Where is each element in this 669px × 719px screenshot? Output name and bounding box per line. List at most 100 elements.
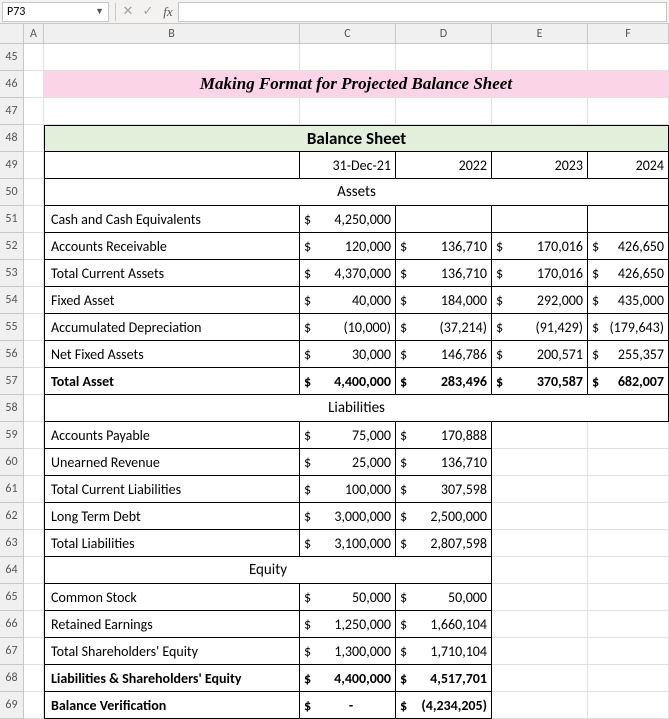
cell-value[interactable]: $120,000 [300,233,396,260]
cell[interactable] [492,206,588,233]
cell[interactable] [492,557,588,584]
cell-value[interactable]: $4,250,000 [300,206,396,233]
select-all-corner[interactable] [0,24,24,44]
cell[interactable] [588,584,669,611]
col-header-D[interactable]: D [396,24,492,44]
cell-value[interactable]: $25,000 [300,449,396,476]
cell-value[interactable]: $1,300,000 [300,638,396,665]
cell-value[interactable]: $100,000 [300,476,396,503]
year-2023[interactable]: 2023 [492,152,588,179]
cell-value[interactable]: $184,000 [396,287,492,314]
col-header-B[interactable]: B [44,24,300,44]
cell[interactable] [24,260,44,287]
cell[interactable] [24,341,44,368]
year-2022[interactable]: 2022 [396,152,492,179]
section-equity[interactable]: Equity [44,557,492,584]
cell[interactable] [24,98,44,125]
col-header-A[interactable]: A [24,24,44,44]
cell-value[interactable]: $(37,214) [396,314,492,341]
cell[interactable] [588,611,669,638]
cell[interactable] [44,44,300,71]
cell-value[interactable]: $4,370,000 [300,260,396,287]
cell[interactable] [24,368,44,395]
cell[interactable] [588,449,669,476]
row-label-bv[interactable]: Balance Verification [44,692,300,719]
cell[interactable] [24,665,44,692]
section-liabilities[interactable]: Liabilities [44,395,669,422]
row-label-total-asset[interactable]: Total Asset [44,368,300,395]
cell[interactable] [588,665,669,692]
name-box[interactable]: P73 ▼ [2,2,109,22]
cell[interactable] [492,98,588,125]
formula-input[interactable] [178,2,667,22]
cell-value[interactable]: $170,016 [492,260,588,287]
cell[interactable] [24,611,44,638]
row-header[interactable]: 47 [0,98,24,125]
cell-value[interactable]: $2,500,000 [396,503,492,530]
row-label[interactable]: Accounts Payable [44,422,300,449]
cell[interactable] [492,449,588,476]
cell[interactable] [396,98,492,125]
cell[interactable] [588,530,669,557]
cell-value[interactable]: $292,000 [492,287,588,314]
row-label[interactable]: Retained Earnings [44,611,300,638]
cell[interactable] [44,98,300,125]
cell[interactable] [24,206,44,233]
cell[interactable] [24,71,44,98]
cell[interactable] [24,125,44,152]
cell[interactable] [396,206,492,233]
row-label[interactable]: Net Fixed Assets [44,341,300,368]
cell[interactable] [24,476,44,503]
cell-value[interactable]: $3,100,000 [300,530,396,557]
cell-value[interactable]: $(10,000) [300,314,396,341]
row-header[interactable]: 55 [0,314,24,341]
cell[interactable] [588,638,669,665]
row-header[interactable]: 58 [0,395,24,422]
row-header[interactable]: 61 [0,476,24,503]
cell-value[interactable]: $1,660,104 [396,611,492,638]
cell[interactable] [24,233,44,260]
cell[interactable] [492,638,588,665]
fx-icon[interactable]: fx [158,4,178,20]
cell-value[interactable]: $50,000 [300,584,396,611]
cell[interactable] [24,449,44,476]
cell-value[interactable]: $1,710,104 [396,638,492,665]
cell-value[interactable]: $136,710 [396,233,492,260]
cell[interactable] [24,692,44,719]
cell[interactable] [588,44,669,71]
cell[interactable] [300,44,396,71]
cell-value[interactable]: $3,000,000 [300,503,396,530]
cell-value[interactable]: $(4,234,205) [396,692,492,719]
cell[interactable] [24,287,44,314]
cell[interactable] [492,584,588,611]
cell[interactable] [24,152,44,179]
row-label[interactable]: Long Term Debt [44,503,300,530]
row-label[interactable]: Common Stock [44,584,300,611]
row-label[interactable]: Total Shareholders' Equity [44,638,300,665]
sheet-area[interactable]: Making Format for Projected Balance Shee… [24,44,669,719]
cell[interactable] [44,152,300,179]
row-header[interactable]: 67 [0,638,24,665]
balance-sheet-header[interactable]: Balance Sheet [44,125,669,152]
cell-value[interactable]: $40,000 [300,287,396,314]
cell[interactable] [24,44,44,71]
row-header[interactable]: 57 [0,368,24,395]
cell[interactable] [588,206,669,233]
cell[interactable] [588,476,669,503]
row-header[interactable]: 50 [0,179,24,206]
row-header[interactable]: 53 [0,260,24,287]
cancel-icon[interactable]: ✕ [118,4,138,19]
cell[interactable] [24,638,44,665]
cell-value[interactable]: $50,000 [396,584,492,611]
cell-value[interactable]: $75,000 [300,422,396,449]
cell[interactable] [588,98,669,125]
enter-icon[interactable]: ✓ [138,4,158,19]
year-2024[interactable]: 2024 [588,152,669,179]
section-assets[interactable]: Assets [44,179,669,206]
cell[interactable] [396,44,492,71]
row-header[interactable]: 68 [0,665,24,692]
row-label[interactable]: Total Current Assets [44,260,300,287]
row-header[interactable]: 48 [0,125,24,152]
cell-value[interactable]: $30,000 [300,341,396,368]
row-header[interactable]: 52 [0,233,24,260]
